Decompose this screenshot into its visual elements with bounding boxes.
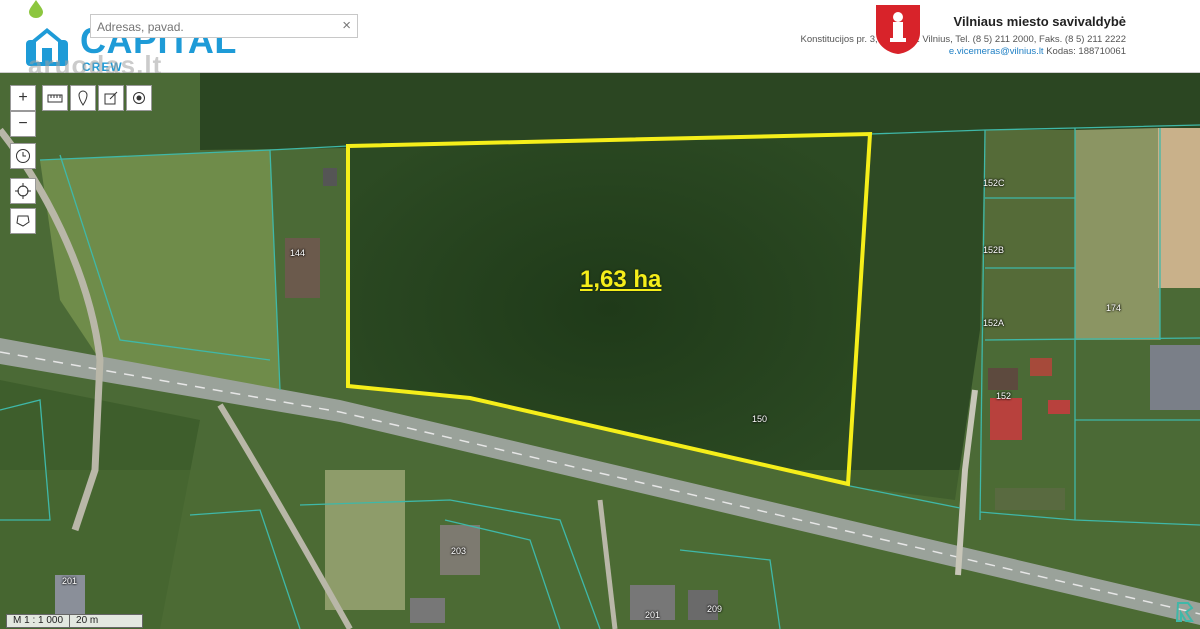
radio-target-icon (133, 92, 145, 104)
municipality-info: Vilniaus miesto savivaldybė Konstitucijo… (801, 14, 1126, 57)
orthophoto-map[interactable]: 152C 152B 152A 174 152 150 144 203 209 2… (0, 73, 1200, 629)
parcel-number: 152 (996, 391, 1012, 401)
municipality-title: Vilniaus miesto savivaldybė (953, 14, 1126, 29)
parcel-number: 144 (290, 248, 306, 258)
parcel-number: 201 (645, 610, 661, 620)
parcel-number: 152C (983, 178, 1005, 188)
municipality-address: Konstitucijos pr. 3, LT-09601 Vilnius, T… (800, 34, 1126, 45)
location-drop-icon (29, 0, 43, 18)
header: CAPITAL CREW aruodas.lt × Vilniaus miest… (0, 0, 1200, 80)
parcel-number: 150 (752, 414, 768, 424)
close-icon[interactable]: × (342, 17, 351, 34)
edit-icon (104, 91, 118, 105)
edit-tool-button[interactable] (98, 85, 124, 111)
crosshair-icon (15, 183, 31, 199)
parcel-number: 152B (983, 245, 1005, 255)
parcel-number: 174 (1106, 303, 1122, 313)
target-tool-button[interactable] (126, 85, 152, 111)
ruler-icon (47, 94, 63, 103)
history-button[interactable] (10, 143, 36, 169)
scale-bar: M 1 : 1 000 20 m (6, 614, 144, 628)
parcel-number: 203 (451, 546, 467, 556)
marker-tool-button[interactable] (70, 85, 96, 111)
pin-icon (78, 90, 88, 106)
parcel-number: 152A (983, 318, 1005, 328)
parcel-number: 209 (707, 604, 723, 614)
scale-ratio: M 1 : 1 000 (13, 615, 64, 626)
municipality-code: Kodas: 188710061 (1046, 46, 1126, 57)
coat-of-arms-icon (876, 5, 920, 54)
search-input[interactable] (95, 17, 329, 37)
clock-icon (16, 149, 30, 163)
scale-distance: 20 m (69, 615, 142, 627)
lasso-icon (16, 215, 30, 227)
registry-logo-icon (1175, 602, 1194, 622)
area-label: 1,63 ha (580, 266, 662, 293)
zoom-in-button[interactable]: + (10, 85, 36, 111)
parcel-number: 201 (62, 576, 78, 586)
draw-area-button[interactable] (10, 208, 36, 234)
email-link[interactable]: e.vicemeras@vilnius.lt (949, 46, 1044, 57)
measure-tool-button[interactable] (42, 85, 68, 111)
municipality-contact: e.vicemeras@vilnius.lt Kodas: 188710061 (801, 46, 1126, 57)
locate-button[interactable] (10, 178, 36, 204)
address-search[interactable]: × (90, 14, 358, 38)
zoom-out-button[interactable]: − (10, 111, 36, 137)
